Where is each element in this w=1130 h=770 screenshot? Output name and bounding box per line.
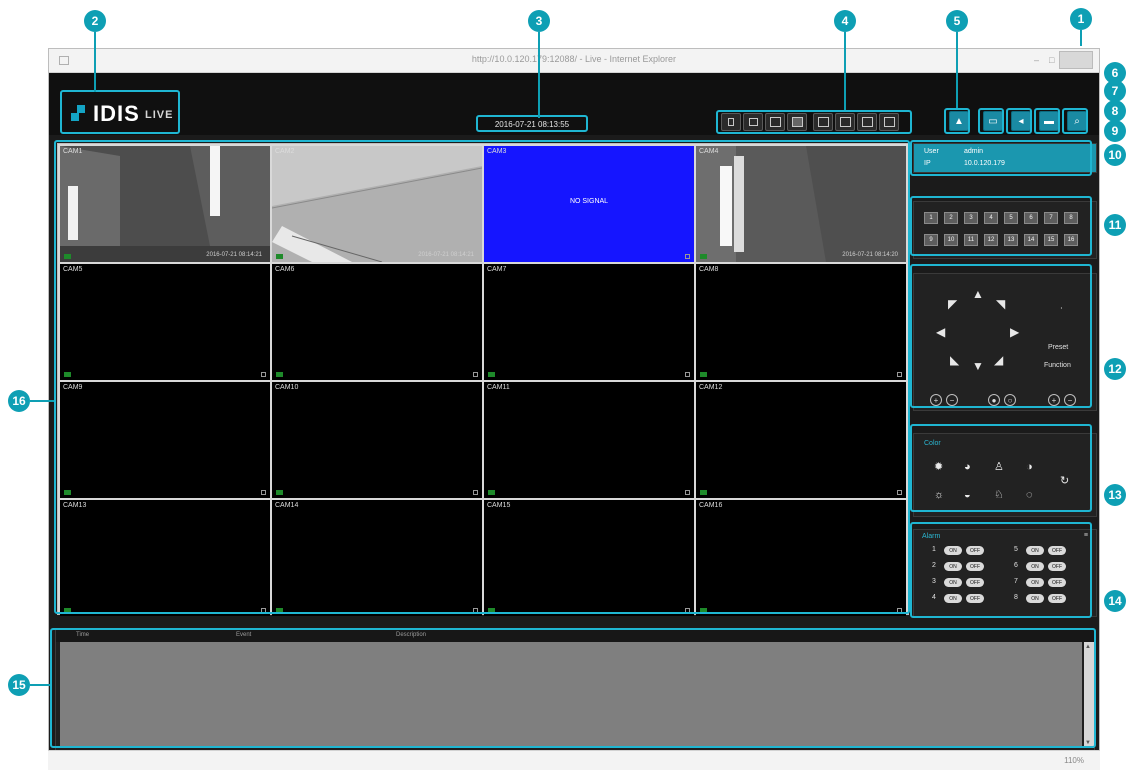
minimize-button[interactable]: – <box>1034 55 1039 65</box>
search-highlight <box>1062 108 1088 134</box>
zoom-level[interactable]: 110% <box>1064 756 1084 765</box>
callout-7: 7 <box>1104 80 1126 102</box>
callout-10: 10 <box>1104 144 1126 166</box>
login-highlight <box>944 108 970 134</box>
callout-5: 5 <box>946 10 968 32</box>
callout-11: 11 <box>1104 214 1126 236</box>
callout-15: 15 <box>8 674 30 696</box>
ptz-highlight <box>910 264 1092 408</box>
grid-highlight <box>54 140 910 614</box>
callout-9: 9 <box>1104 120 1126 142</box>
info-highlight <box>910 140 1092 176</box>
callout-2: 2 <box>84 10 106 32</box>
logo-highlight <box>60 90 180 134</box>
log-highlight <box>50 628 1096 748</box>
callout-13: 13 <box>1104 484 1126 506</box>
color-highlight <box>910 424 1092 512</box>
callout-4: 4 <box>834 10 856 32</box>
callout-16: 16 <box>8 390 30 412</box>
audio-highlight <box>1006 108 1032 134</box>
callout-1: 1 <box>1070 8 1092 30</box>
window-title: http://10.0.120.179:12088/ - Live - Inte… <box>471 54 677 64</box>
record-highlight <box>1034 108 1060 134</box>
layout-buttons-highlight <box>716 110 912 134</box>
browser-status-bar: 110% <box>48 750 1100 770</box>
callout-14: 14 <box>1104 590 1126 612</box>
callout-3: 3 <box>528 10 550 32</box>
callout-12: 12 <box>1104 358 1126 380</box>
title-bar: http://10.0.120.179:12088/ - Live - Inte… <box>49 49 1099 73</box>
callout-8: 8 <box>1104 100 1126 122</box>
close-button[interactable] <box>1059 51 1093 69</box>
alarm-highlight <box>910 522 1092 618</box>
snapshot-highlight <box>978 108 1004 134</box>
channel-highlight <box>910 196 1092 256</box>
datetime-highlight <box>476 115 588 132</box>
maximize-button[interactable]: □ <box>1049 55 1054 65</box>
